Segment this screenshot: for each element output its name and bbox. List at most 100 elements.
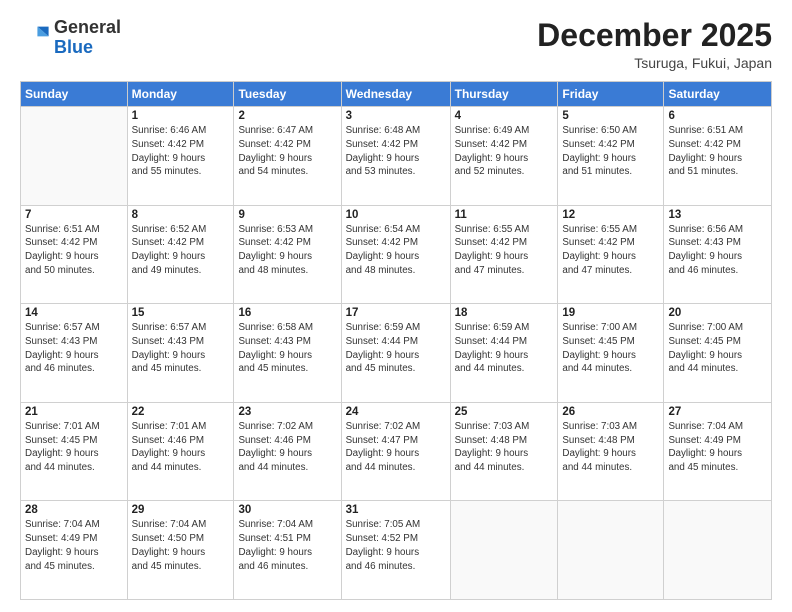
day-number: 30: [238, 504, 336, 516]
calendar-week-row: 7 Sunrise: 6:51 AM Sunset: 4:42 PM Daylig…: [21, 205, 772, 304]
day-number: 13: [668, 209, 767, 221]
day-info: Sunrise: 6:49 AM Sunset: 4:42 PM Dayligh…: [455, 124, 554, 179]
day-info: Sunrise: 6:46 AM Sunset: 4:42 PM Dayligh…: [132, 124, 230, 179]
day-number: 22: [132, 406, 230, 418]
day-info: Sunrise: 6:54 AM Sunset: 4:42 PM Dayligh…: [346, 223, 446, 278]
day-of-week-header: Tuesday: [234, 82, 341, 107]
day-number: 11: [455, 209, 554, 221]
day-number: 26: [562, 406, 659, 418]
day-number: 28: [25, 504, 123, 516]
calendar-day-cell: 4 Sunrise: 6:49 AM Sunset: 4:42 PM Daylig…: [450, 107, 558, 206]
day-of-week-header: Sunday: [21, 82, 128, 107]
logo: General Blue: [20, 18, 121, 58]
day-info: Sunrise: 7:01 AM Sunset: 4:46 PM Dayligh…: [132, 420, 230, 475]
day-info: Sunrise: 7:04 AM Sunset: 4:50 PM Dayligh…: [132, 518, 230, 573]
logo-general-text: General: [54, 17, 121, 37]
calendar-day-cell: 13 Sunrise: 6:56 AM Sunset: 4:43 PM Dayli…: [664, 205, 772, 304]
day-number: 8: [132, 209, 230, 221]
calendar-day-cell: 27Sunrise: 7:04 AM Sunset: 4:49 PM Dayli…: [664, 402, 772, 501]
calendar-day-cell: 19Sunrise: 7:00 AM Sunset: 4:45 PM Dayli…: [558, 304, 664, 403]
calendar-week-row: 21 Sunrise: 7:01 AM Sunset: 4:45 PM Dayli…: [21, 402, 772, 501]
day-info: Sunrise: 6:50 AM Sunset: 4:42 PM Dayligh…: [562, 124, 659, 179]
calendar-day-cell: 1 Sunrise: 6:46 AM Sunset: 4:42 PM Daylig…: [127, 107, 234, 206]
logo-blue-text: Blue: [54, 37, 93, 57]
calendar-day-cell: 29 Sunrise: 7:04 AM Sunset: 4:50 PM Dayli…: [127, 501, 234, 600]
page: General Blue December 2025 Tsuruga, Fuku…: [0, 0, 792, 612]
calendar-day-cell: 7 Sunrise: 6:51 AM Sunset: 4:42 PM Daylig…: [21, 205, 128, 304]
calendar-day-cell: 8Sunrise: 6:52 AM Sunset: 4:42 PM Daylig…: [127, 205, 234, 304]
title-block: December 2025 Tsuruga, Fukui, Japan: [537, 18, 772, 71]
day-number: 15: [132, 307, 230, 319]
day-info: Sunrise: 6:51 AM Sunset: 4:42 PM Dayligh…: [25, 223, 123, 278]
calendar-day-cell: 15 Sunrise: 6:57 AM Sunset: 4:43 PM Dayli…: [127, 304, 234, 403]
calendar-day-cell: 22 Sunrise: 7:01 AM Sunset: 4:46 PM Dayli…: [127, 402, 234, 501]
calendar-day-cell: 11 Sunrise: 6:55 AM Sunset: 4:42 PM Dayli…: [450, 205, 558, 304]
day-number: 20: [668, 307, 767, 319]
day-of-week-header: Monday: [127, 82, 234, 107]
calendar-day-cell: 30 Sunrise: 7:04 AM Sunset: 4:51 PM Dayli…: [234, 501, 341, 600]
day-info: Sunrise: 6:51 AM Sunset: 4:42 PM Dayligh…: [668, 124, 767, 179]
day-info: Sunrise: 6:55 AM Sunset: 4:42 PM Dayligh…: [455, 223, 554, 278]
calendar-day-cell: 2Sunrise: 6:47 AM Sunset: 4:42 PM Daylig…: [234, 107, 341, 206]
day-info: Sunrise: 7:02 AM Sunset: 4:47 PM Dayligh…: [346, 420, 446, 475]
calendar-week-row: 1 Sunrise: 6:46 AM Sunset: 4:42 PM Daylig…: [21, 107, 772, 206]
day-info: Sunrise: 7:02 AM Sunset: 4:46 PM Dayligh…: [238, 420, 336, 475]
calendar-day-cell: 9 Sunrise: 6:53 AM Sunset: 4:42 PM Daylig…: [234, 205, 341, 304]
calendar-day-cell: 28Sunrise: 7:04 AM Sunset: 4:49 PM Dayli…: [21, 501, 128, 600]
day-number: 27: [668, 406, 767, 418]
day-number: 4: [455, 110, 554, 122]
day-number: 21: [25, 406, 123, 418]
day-of-week-header: Wednesday: [341, 82, 450, 107]
day-number: 12: [562, 209, 659, 221]
day-info: Sunrise: 7:05 AM Sunset: 4:52 PM Dayligh…: [346, 518, 446, 573]
calendar-day-cell: 12 Sunrise: 6:55 AM Sunset: 4:42 PM Dayli…: [558, 205, 664, 304]
day-number: 1: [132, 110, 230, 122]
calendar-day-cell: 16 Sunrise: 6:58 AM Sunset: 4:43 PM Dayli…: [234, 304, 341, 403]
day-info: Sunrise: 6:47 AM Sunset: 4:42 PM Dayligh…: [238, 124, 336, 179]
day-info: Sunrise: 7:01 AM Sunset: 4:45 PM Dayligh…: [25, 420, 123, 475]
day-info: Sunrise: 6:58 AM Sunset: 4:43 PM Dayligh…: [238, 321, 336, 376]
calendar-day-cell: 24Sunrise: 7:02 AM Sunset: 4:47 PM Dayli…: [341, 402, 450, 501]
day-number: 9: [238, 209, 336, 221]
calendar-day-cell: 18 Sunrise: 6:59 AM Sunset: 4:44 PM Dayli…: [450, 304, 558, 403]
day-number: 17: [346, 307, 446, 319]
day-info: Sunrise: 6:48 AM Sunset: 4:42 PM Dayligh…: [346, 124, 446, 179]
calendar-day-cell: 5 Sunrise: 6:50 AM Sunset: 4:42 PM Daylig…: [558, 107, 664, 206]
day-number: 5: [562, 110, 659, 122]
day-info: Sunrise: 7:04 AM Sunset: 4:51 PM Dayligh…: [238, 518, 336, 573]
day-info: Sunrise: 6:56 AM Sunset: 4:43 PM Dayligh…: [668, 223, 767, 278]
calendar-day-cell: [21, 107, 128, 206]
day-info: Sunrise: 7:03 AM Sunset: 4:48 PM Dayligh…: [562, 420, 659, 475]
day-number: 25: [455, 406, 554, 418]
day-info: Sunrise: 6:53 AM Sunset: 4:42 PM Dayligh…: [238, 223, 336, 278]
calendar-table: SundayMondayTuesdayWednesdayThursdayFrid…: [20, 81, 772, 600]
calendar-day-cell: 23 Sunrise: 7:02 AM Sunset: 4:46 PM Dayli…: [234, 402, 341, 501]
day-number: 18: [455, 307, 554, 319]
calendar-day-cell: 31 Sunrise: 7:05 AM Sunset: 4:52 PM Dayli…: [341, 501, 450, 600]
day-number: 16: [238, 307, 336, 319]
day-info: Sunrise: 7:00 AM Sunset: 4:45 PM Dayligh…: [562, 321, 659, 376]
calendar-day-cell: [664, 501, 772, 600]
calendar-day-cell: 25Sunrise: 7:03 AM Sunset: 4:48 PM Dayli…: [450, 402, 558, 501]
day-info: Sunrise: 6:55 AM Sunset: 4:42 PM Dayligh…: [562, 223, 659, 278]
calendar-day-cell: 3Sunrise: 6:48 AM Sunset: 4:42 PM Daylig…: [341, 107, 450, 206]
day-info: Sunrise: 6:59 AM Sunset: 4:44 PM Dayligh…: [455, 321, 554, 376]
day-number: 6: [668, 110, 767, 122]
location-text: Tsuruga, Fukui, Japan: [537, 55, 772, 71]
day-info: Sunrise: 7:00 AM Sunset: 4:45 PM Dayligh…: [668, 321, 767, 376]
day-number: 29: [132, 504, 230, 516]
calendar-day-cell: [558, 501, 664, 600]
calendar-day-cell: 17Sunrise: 6:59 AM Sunset: 4:44 PM Dayli…: [341, 304, 450, 403]
day-number: 31: [346, 504, 446, 516]
day-info: Sunrise: 6:57 AM Sunset: 4:43 PM Dayligh…: [25, 321, 123, 376]
day-number: 7: [25, 209, 123, 221]
day-of-week-header: Thursday: [450, 82, 558, 107]
day-info: Sunrise: 6:57 AM Sunset: 4:43 PM Dayligh…: [132, 321, 230, 376]
calendar-week-row: 28Sunrise: 7:04 AM Sunset: 4:49 PM Dayli…: [21, 501, 772, 600]
calendar-day-cell: 14Sunrise: 6:57 AM Sunset: 4:43 PM Dayli…: [21, 304, 128, 403]
day-number: 23: [238, 406, 336, 418]
calendar-day-cell: 26 Sunrise: 7:03 AM Sunset: 4:48 PM Dayli…: [558, 402, 664, 501]
day-number: 10: [346, 209, 446, 221]
calendar-day-cell: 6 Sunrise: 6:51 AM Sunset: 4:42 PM Daylig…: [664, 107, 772, 206]
calendar-week-row: 14Sunrise: 6:57 AM Sunset: 4:43 PM Dayli…: [21, 304, 772, 403]
